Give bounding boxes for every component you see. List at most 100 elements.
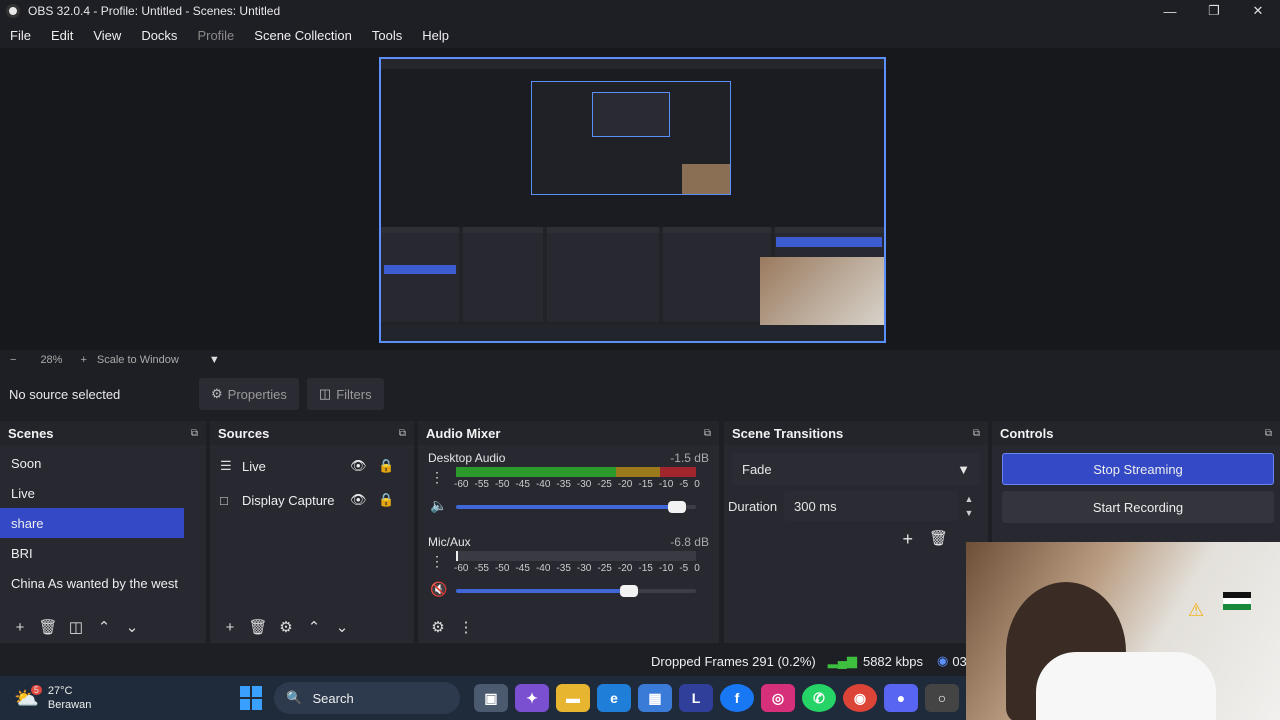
undock-icon[interactable]: ⧉ — [191, 428, 198, 439]
scene-item[interactable]: Live — [0, 478, 184, 508]
more-icon[interactable]: ⋮ — [452, 618, 480, 636]
chevron-down-icon[interactable]: ⌄ — [118, 618, 146, 636]
trash-icon[interactable]: 🗑 — [34, 618, 62, 636]
volume-slider[interactable] — [456, 501, 696, 513]
scene-list: Soon Live share BRI China As wanted by t… — [0, 445, 206, 598]
bitrate: 5882 kbps — [862, 653, 923, 669]
menu-help[interactable]: Help — [412, 28, 459, 43]
chevron-down-icon[interactable]: ⌄ — [328, 618, 356, 636]
scene-item-selected[interactable]: share — [0, 508, 184, 538]
volume-meter — [456, 467, 696, 477]
menu-docks[interactable]: Docks — [131, 28, 187, 43]
person-shirt — [1036, 652, 1216, 720]
app-l-icon[interactable]: L — [679, 684, 713, 712]
preview-area[interactable] — [0, 48, 1280, 350]
menu-scene-collection[interactable]: Scene Collection — [244, 28, 362, 43]
facebook-icon[interactable]: f — [720, 684, 754, 712]
scene-item[interactable]: China As wanted by the west — [0, 568, 184, 598]
nested-taskbar — [381, 325, 884, 341]
weather-widget[interactable]: ⛅ 5 27°C Berawan — [14, 684, 222, 712]
chevron-up-icon[interactable]: ⌃ — [300, 618, 328, 636]
restore-icon[interactable]: ❐ — [1192, 0, 1236, 22]
menu-tools[interactable]: Tools — [362, 28, 412, 43]
file-explorer-icon[interactable]: ▬ — [556, 684, 590, 712]
stop-streaming-button[interactable]: Stop Streaming — [1002, 453, 1274, 485]
zoom-in-button[interactable]: + — [80, 354, 86, 366]
copilot-icon[interactable]: ✦ — [515, 684, 549, 712]
undock-icon[interactable]: ⧉ — [399, 428, 406, 439]
zoom-out-button[interactable]: − — [10, 354, 16, 366]
lock-icon[interactable]: 🔒 — [378, 492, 394, 508]
source-item[interactable]: □ Display Capture 👁 🔒 — [210, 483, 414, 517]
taskbar-search[interactable]: 🔍 Search — [274, 682, 460, 714]
meter-tick-label: 0 — [694, 563, 700, 574]
channel-db: -1.5 dB — [670, 451, 709, 465]
undock-icon[interactable]: ⧉ — [704, 428, 711, 439]
menu-profile[interactable]: Profile — [187, 28, 244, 43]
obs-logo-icon — [6, 4, 20, 18]
store-icon[interactable]: ▦ — [638, 684, 672, 712]
more-icon[interactable]: ⋮ — [430, 469, 444, 486]
add-icon[interactable]: + — [6, 619, 34, 636]
start-recording-button[interactable]: Start Recording — [1002, 491, 1274, 523]
meter-tick-label: -10 — [658, 563, 674, 574]
duration-input[interactable]: 300 ms — [784, 491, 958, 521]
task-view-icon[interactable]: ▣ — [474, 684, 508, 712]
chrome-icon[interactable]: ◉ — [843, 684, 877, 712]
obs-taskbar-icon[interactable]: ○ — [925, 684, 959, 712]
window-controls: — ❐ ✕ — [1148, 0, 1280, 22]
sources-header: Sources ⧉ — [210, 421, 414, 445]
preview-canvas[interactable] — [379, 57, 886, 343]
speaker-muted-icon[interactable]: 🔇 — [430, 581, 447, 598]
discord-icon[interactable]: ● — [884, 684, 918, 712]
chevron-up-icon[interactable]: ⌃ — [90, 618, 118, 636]
filter-icon[interactable]: ◫ — [62, 618, 90, 636]
scale-dropdown-icon[interactable]: ▼ — [209, 354, 220, 366]
properties-button[interactable]: ⚙ Properties — [199, 378, 299, 410]
add-icon[interactable]: + — [216, 619, 244, 636]
close-icon[interactable]: ✕ — [1236, 0, 1280, 22]
lock-icon[interactable]: 🔒 — [378, 458, 394, 474]
add-icon[interactable]: + — [902, 529, 913, 550]
source-item[interactable]: ☰ Live 👁 🔒 — [210, 449, 414, 483]
nested-title-bar — [381, 59, 884, 69]
speaker-icon[interactable]: 🔈 — [430, 497, 447, 514]
menu-view[interactable]: View — [83, 28, 131, 43]
signal-icon: ▂▄▆ — [827, 653, 857, 668]
more-icon[interactable]: ⋮ — [430, 553, 444, 570]
windows-start-icon[interactable] — [239, 686, 263, 710]
mixer-footer: ⚙ ⋮ — [418, 611, 719, 643]
trash-icon[interactable]: 🗑 — [929, 529, 948, 550]
duration-row: Duration 300 ms ▲ ▼ — [728, 491, 980, 521]
scene-item[interactable]: BRI — [0, 538, 184, 568]
undock-icon[interactable]: ⧉ — [1265, 428, 1272, 439]
edge-icon[interactable]: e — [597, 684, 631, 712]
volume-slider[interactable] — [456, 585, 696, 597]
trash-icon[interactable]: 🗑 — [244, 618, 272, 636]
audio-mixer-dock: Audio Mixer ⧉ Desktop Audio -1.5 dB ⋮ -6… — [418, 421, 719, 643]
eye-icon[interactable]: 👁 — [350, 492, 367, 508]
menu-file[interactable]: File — [0, 28, 41, 43]
volume-meter — [456, 551, 696, 561]
whatsapp-icon[interactable]: ✆ — [802, 684, 836, 712]
gear-icon: ⚙ — [211, 386, 223, 401]
meter-tick-label: -30 — [576, 563, 592, 574]
scale-mode[interactable]: Scale to Window — [97, 354, 179, 366]
filters-button[interactable]: ◫ Filters — [306, 378, 384, 410]
eye-icon[interactable]: 👁 — [350, 458, 367, 474]
minimize-icon[interactable]: — — [1148, 0, 1192, 22]
menu-edit[interactable]: Edit — [41, 28, 83, 43]
transitions-header: Scene Transitions ⧉ — [724, 421, 988, 445]
channel-name: Mic/Aux — [428, 535, 471, 549]
gear-icon[interactable]: ⚙ — [424, 618, 452, 636]
meter-tick-label: -30 — [576, 479, 592, 490]
gear-icon[interactable]: ⚙ — [272, 618, 300, 636]
stream-icon: ◉ — [936, 653, 949, 668]
transition-select[interactable]: Fade ▼ — [732, 453, 980, 485]
controls-header: Controls ⧉ — [992, 421, 1280, 445]
scene-item[interactable]: Soon — [0, 448, 184, 478]
instagram-icon[interactable]: ◎ — [761, 684, 795, 712]
duration-spinner[interactable]: ▲ ▼ — [958, 492, 980, 520]
weather-desc: Berawan — [47, 699, 92, 711]
undock-icon[interactable]: ⧉ — [973, 428, 980, 439]
